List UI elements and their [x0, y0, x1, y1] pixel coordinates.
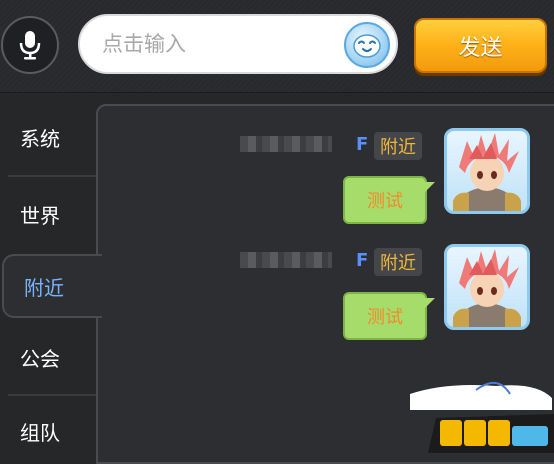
character-portrait-icon	[453, 133, 521, 211]
vip-badge: F	[356, 250, 369, 271]
tab-label: 系统	[20, 126, 60, 151]
message-bubble[interactable]: 测试	[343, 292, 435, 340]
sender-name-blurred	[240, 252, 332, 268]
message-input[interactable]: 点击输入	[78, 14, 398, 74]
message-text: 测试	[367, 307, 403, 328]
tab-label: 组队	[20, 420, 60, 445]
site-watermark-logo	[406, 380, 554, 453]
avatar[interactable]	[444, 244, 530, 330]
message-text: 测试	[367, 191, 403, 212]
tab-label: 附近	[24, 275, 64, 300]
tab-label: 世界	[20, 203, 60, 228]
chat-input-bar: 点击输入 发送	[0, 0, 554, 93]
chat-message: F 附近 测试	[98, 128, 554, 246]
emoji-icon	[353, 34, 381, 58]
emoji-button[interactable]	[344, 22, 390, 68]
voice-button[interactable]	[1, 16, 59, 74]
sender-name-blurred	[240, 136, 332, 152]
send-button[interactable]: 发送	[414, 18, 547, 73]
channel-tag: 附近	[374, 248, 422, 276]
tab-divider	[8, 175, 96, 177]
tab-divider	[8, 394, 96, 396]
message-input-placeholder: 点击输入	[102, 32, 186, 56]
chat-message: F 附近 测试	[98, 244, 554, 362]
tab-label: 公会	[20, 346, 60, 371]
tab-nearby[interactable]: 附近	[2, 254, 102, 318]
channel-tag: 附近	[374, 132, 422, 160]
avatar[interactable]	[444, 128, 530, 214]
tab-guild[interactable]: 公会	[0, 325, 96, 389]
vip-badge: F	[356, 134, 369, 155]
tab-system[interactable]: 系统	[0, 105, 96, 169]
message-bubble[interactable]: 测试	[343, 176, 435, 224]
tab-world[interactable]: 世界	[0, 182, 96, 246]
microphone-icon	[19, 31, 41, 60]
send-button-label: 发送	[458, 35, 503, 61]
character-portrait-icon	[453, 249, 521, 327]
tab-team[interactable]: 组队	[0, 399, 96, 463]
